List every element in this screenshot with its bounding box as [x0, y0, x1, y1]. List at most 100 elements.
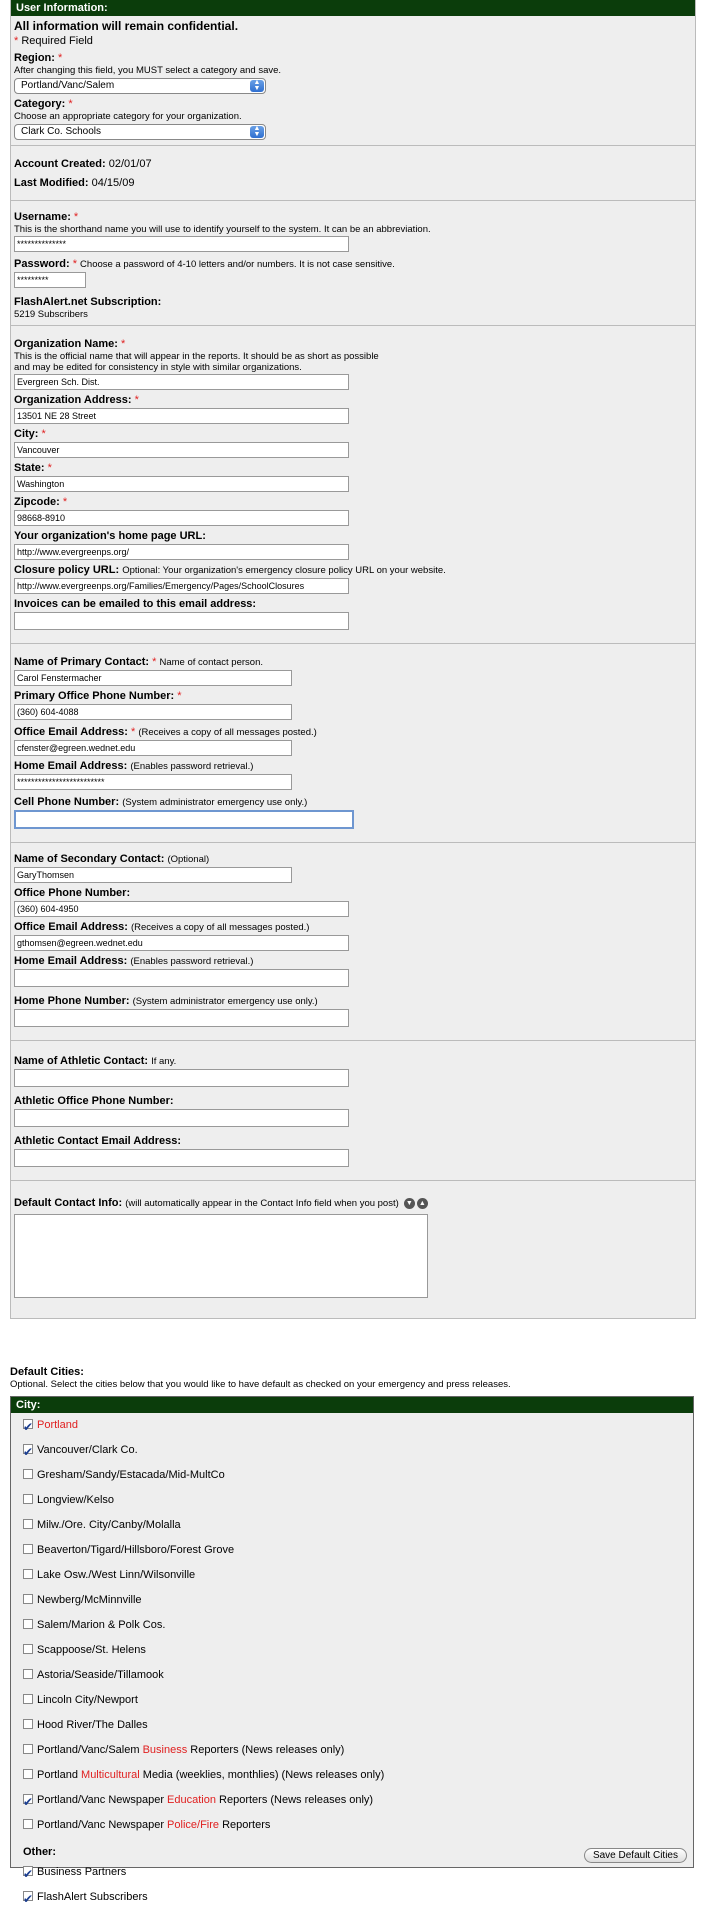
city-checkbox[interactable]	[23, 1544, 33, 1554]
intro-section: All information will remain confidential…	[11, 16, 695, 146]
secondary-name-label: Name of Secondary Contact: (Optional)	[14, 853, 210, 865]
city-label-part: Reporters	[219, 1819, 271, 1831]
city-checkbox[interactable]	[23, 1644, 33, 1654]
default-cities-help: Optional. Select the cities below that y…	[10, 1379, 511, 1390]
primary-home-email-input[interactable]	[14, 774, 292, 790]
category-select[interactable]: Clark Co. Schools ▲ ▼	[14, 124, 266, 140]
city-label-part: Police/Fire	[167, 1819, 220, 1831]
city-option[interactable]: Lake Osw./West Linn/Wilsonville	[11, 1563, 693, 1588]
state-input[interactable]	[14, 476, 349, 492]
secondary-name-input[interactable]	[14, 867, 292, 883]
city-label-part: Lake Osw./West Linn/Wilsonville	[37, 1569, 196, 1581]
city-option[interactable]: Portland/Vanc/Salem Business Reporters (…	[11, 1738, 693, 1763]
city-checkbox[interactable]	[23, 1594, 33, 1604]
athletic-name-label: Name of Athletic Contact: If any.	[14, 1055, 177, 1067]
secondary-email-input[interactable]	[14, 935, 349, 951]
city-option[interactable]: Salem/Marion & Polk Cos.	[11, 1613, 693, 1638]
athletic-email-label: Athletic Contact Email Address:	[14, 1135, 182, 1147]
org-address-input[interactable]	[14, 408, 349, 424]
city-option[interactable]: Beaverton/Tigard/Hillsboro/Forest Grove	[11, 1538, 693, 1563]
city-option[interactable]: Vancouver/Clark Co.	[11, 1438, 693, 1465]
city-option[interactable]: Scappoose/St. Helens	[11, 1638, 693, 1663]
city-checkbox[interactable]	[23, 1519, 33, 1529]
city-checkbox[interactable]	[23, 1719, 33, 1729]
city-option[interactable]: Portland	[11, 1413, 693, 1440]
primary-contact-section: Name of Primary Contact: * Name of conta…	[11, 644, 695, 843]
login-section: Username: * This is the shorthand name y…	[11, 201, 695, 326]
city-option[interactable]: FlashAlert Subscribers	[11, 1885, 693, 1912]
city-checkbox[interactable]	[23, 1887, 33, 1912]
user-info-panel: User Information: All information will r…	[10, 0, 696, 1319]
primary-phone-label: Primary Office Phone Number: *	[14, 690, 182, 702]
home-phone-label: Home Phone Number: (System administrator…	[14, 995, 318, 1007]
arrow-up-icon[interactable]: ▲	[416, 1197, 428, 1209]
arrow-down-icon[interactable]: ▼	[403, 1197, 415, 1209]
closure-url-input[interactable]	[14, 578, 349, 594]
invoice-email-label: Invoices can be emailed to this email ad…	[14, 598, 257, 610]
city-option[interactable]: Portland/Vanc Newspaper Police/Fire Repo…	[11, 1813, 693, 1838]
secondary-phone-input[interactable]	[14, 901, 349, 917]
city-label-part: Portland/Vanc/Salem	[37, 1744, 143, 1756]
city-label-part: Portland/Vanc Newspaper	[37, 1794, 168, 1806]
home-phone-input[interactable]	[14, 1009, 349, 1027]
city-checkbox[interactable]	[23, 1819, 33, 1829]
region-select[interactable]: Portland/Vanc/Salem ▲ ▼	[14, 78, 266, 94]
city-option[interactable]: Hood River/The Dalles	[11, 1713, 693, 1738]
city-option[interactable]: Lincoln City/Newport	[11, 1688, 693, 1713]
secondary-phone-label: Office Phone Number:	[14, 887, 131, 899]
city-label-part: Beaverton/Tigard/Hillsboro/Forest Grove	[37, 1544, 235, 1556]
city-checkbox[interactable]	[23, 1862, 33, 1887]
home-url-label: Your organization's home page URL:	[14, 530, 206, 542]
primary-email-input[interactable]	[14, 740, 292, 756]
city-checkbox[interactable]	[23, 1440, 33, 1465]
city-checkbox[interactable]	[23, 1769, 33, 1779]
city-checkbox[interactable]	[23, 1569, 33, 1579]
city-option[interactable]: Astoria/Seaside/Tillamook	[11, 1663, 693, 1688]
primary-phone-input[interactable]	[14, 704, 292, 720]
password-input[interactable]	[14, 272, 86, 288]
org-name-label: Organization Name: *	[14, 338, 126, 350]
username-input[interactable]	[14, 236, 349, 252]
password-label: Password: * Choose a password of 4-10 le…	[14, 258, 395, 270]
primary-name-label: Name of Primary Contact: * Name of conta…	[14, 656, 263, 668]
city-label-part: Business Partners	[37, 1866, 127, 1878]
city-checkbox[interactable]	[23, 1694, 33, 1704]
subscription-value: 5219 Subscribers	[14, 309, 88, 320]
account-section: Account Created: 02/01/07 Last Modified:…	[11, 146, 695, 201]
athletic-phone-input[interactable]	[14, 1109, 349, 1127]
city-label-part: Education	[167, 1794, 216, 1806]
city-checkbox[interactable]	[23, 1469, 33, 1479]
invoice-email-input[interactable]	[14, 612, 349, 630]
athletic-name-input[interactable]	[14, 1069, 349, 1087]
city-checkbox[interactable]	[23, 1619, 33, 1629]
city-option[interactable]: Newberg/McMinnville	[11, 1588, 693, 1613]
category-label: Category: *	[14, 98, 73, 110]
save-default-cities-button[interactable]: Save Default Cities	[583, 1848, 687, 1863]
city-checkbox[interactable]	[23, 1744, 33, 1754]
city-checkbox[interactable]	[23, 1790, 33, 1815]
city-checkbox[interactable]	[23, 1669, 33, 1679]
city-option[interactable]: Milw./Ore. City/Canby/Molalla	[11, 1513, 693, 1538]
city-checkbox[interactable]	[23, 1415, 33, 1440]
secondary-home-email-input[interactable]	[14, 969, 349, 987]
city-option[interactable]: Portland/Vanc Newspaper Education Report…	[11, 1788, 693, 1815]
home-url-input[interactable]	[14, 544, 349, 560]
cell-phone-label: Cell Phone Number: (System administrator…	[14, 796, 308, 808]
athletic-email-input[interactable]	[14, 1149, 349, 1167]
city-label-part: Scappoose/St. Helens	[37, 1644, 146, 1656]
default-contact-textarea[interactable]	[14, 1214, 428, 1298]
city-label-part: Lincoln City/Newport	[37, 1694, 138, 1706]
city-label-part: Gresham/Sandy/Estacada/Mid-MultCo	[37, 1469, 225, 1481]
select-arrow-icon: ▲ ▼	[250, 125, 264, 138]
cell-phone-input[interactable]	[14, 810, 354, 829]
zipcode-input[interactable]	[14, 510, 349, 526]
city-input[interactable]	[14, 442, 349, 458]
city-option[interactable]: Longview/Kelso	[11, 1488, 693, 1513]
city-option[interactable]: Gresham/Sandy/Estacada/Mid-MultCo	[11, 1463, 693, 1488]
city-header: City:	[11, 1397, 693, 1413]
primary-name-input[interactable]	[14, 670, 292, 686]
org-address-label: Organization Address: *	[14, 394, 139, 406]
org-name-input[interactable]	[14, 374, 349, 390]
city-checkbox[interactable]	[23, 1494, 33, 1504]
city-option[interactable]: Portland Multicultural Media (weeklies, …	[11, 1763, 693, 1788]
